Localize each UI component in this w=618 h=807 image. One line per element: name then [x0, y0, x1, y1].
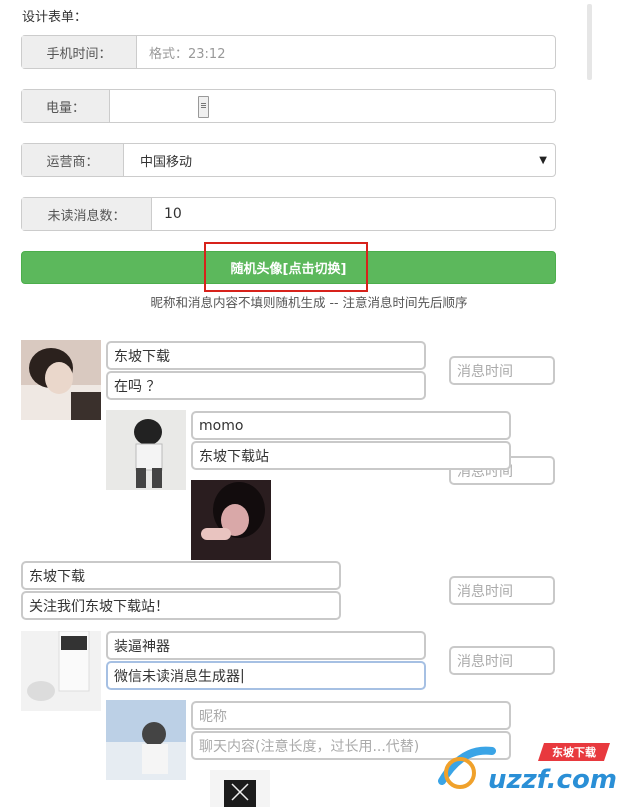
content-input[interactable]: 东坡下载站 — [191, 441, 511, 470]
nickname-input[interactable]: 东坡下载 — [106, 341, 426, 370]
nickname-input[interactable]: momo — [191, 411, 511, 440]
unread-value: 10 — [164, 206, 182, 222]
content-input[interactable]: 在吗 ？ — [106, 371, 426, 400]
nickname-value: 装逼神器 — [114, 638, 170, 655]
unread-label: 未读消息数： — [22, 198, 152, 230]
time-placeholder: 消息时间 — [457, 653, 513, 670]
scrollbar[interactable] — [587, 4, 592, 80]
message-time-input[interactable]: 消息时间 — [449, 646, 555, 675]
form-title: 设计表单： — [22, 10, 88, 25]
nickname-value: 东坡下载 — [29, 568, 85, 585]
nickname-input[interactable]: 装逼神器 — [106, 631, 426, 660]
avatar[interactable] — [21, 340, 101, 420]
hint-text: 昵称和消息内容不填则随机生成 -- 注意消息时间先后顺序 — [150, 295, 468, 310]
watermark-tag: 东坡下载 — [552, 746, 596, 759]
nickname-value: momo — [199, 417, 244, 434]
carrier-group: 运营商： 中国移动 ▼ — [21, 143, 556, 177]
dropdown-caret-icon: ▼ — [539, 155, 547, 166]
content-value: 在吗 ？ — [114, 378, 161, 395]
nickname-placeholder: 昵称 — [199, 708, 227, 725]
content-input[interactable]: 关注我们东坡下载站！ — [21, 591, 341, 620]
watermark-logo: 东坡下载 uzzf.com — [432, 737, 617, 801]
avatar[interactable] — [191, 480, 271, 560]
carrier-select[interactable]: 中国移动 ▼ — [124, 144, 555, 176]
watermark-domain: uzzf.com — [488, 765, 617, 795]
battery-label: 电量： — [22, 90, 110, 122]
time-placeholder: 消息时间 — [457, 363, 513, 380]
avatar[interactable] — [210, 770, 270, 807]
content-input[interactable]: 微信未读消息生成器 | — [106, 661, 426, 690]
message-time-input[interactable]: 消息时间 — [449, 356, 555, 385]
unread-group: 未读消息数： 10 — [21, 197, 556, 231]
highlight-box — [204, 242, 368, 292]
phone-time-placeholder: 格式：23:12 — [149, 46, 226, 62]
unread-input[interactable]: 10 — [152, 198, 555, 230]
content-value: 微信未读消息生成器 — [114, 668, 240, 685]
avatar[interactable] — [106, 410, 186, 490]
avatar[interactable] — [106, 700, 186, 780]
content-placeholder: 聊天内容(注意长度，过长用...代替) — [199, 738, 420, 755]
time-placeholder: 消息时间 — [457, 583, 513, 600]
avatar[interactable] — [21, 631, 101, 711]
nickname-input[interactable]: 昵称 — [191, 701, 511, 730]
nickname-value: 东坡下载 — [114, 348, 170, 365]
nickname-input[interactable]: 东坡下载 — [21, 561, 341, 590]
content-value: 关注我们东坡下载站！ — [29, 598, 169, 615]
battery-slider[interactable] — [110, 90, 555, 122]
phone-time-label: 手机时间： — [22, 36, 137, 68]
slider-handle-icon[interactable] — [198, 96, 209, 118]
message-time-input[interactable]: 消息时间 — [449, 576, 555, 605]
battery-group: 电量： — [21, 89, 556, 123]
content-value: 东坡下载站 — [199, 448, 269, 465]
carrier-label: 运营商： — [22, 144, 124, 176]
phone-time-input[interactable]: 格式：23:12 — [137, 36, 555, 68]
phone-time-group: 手机时间： 格式：23:12 — [21, 35, 556, 69]
carrier-selected: 中国移动 — [140, 154, 193, 170]
